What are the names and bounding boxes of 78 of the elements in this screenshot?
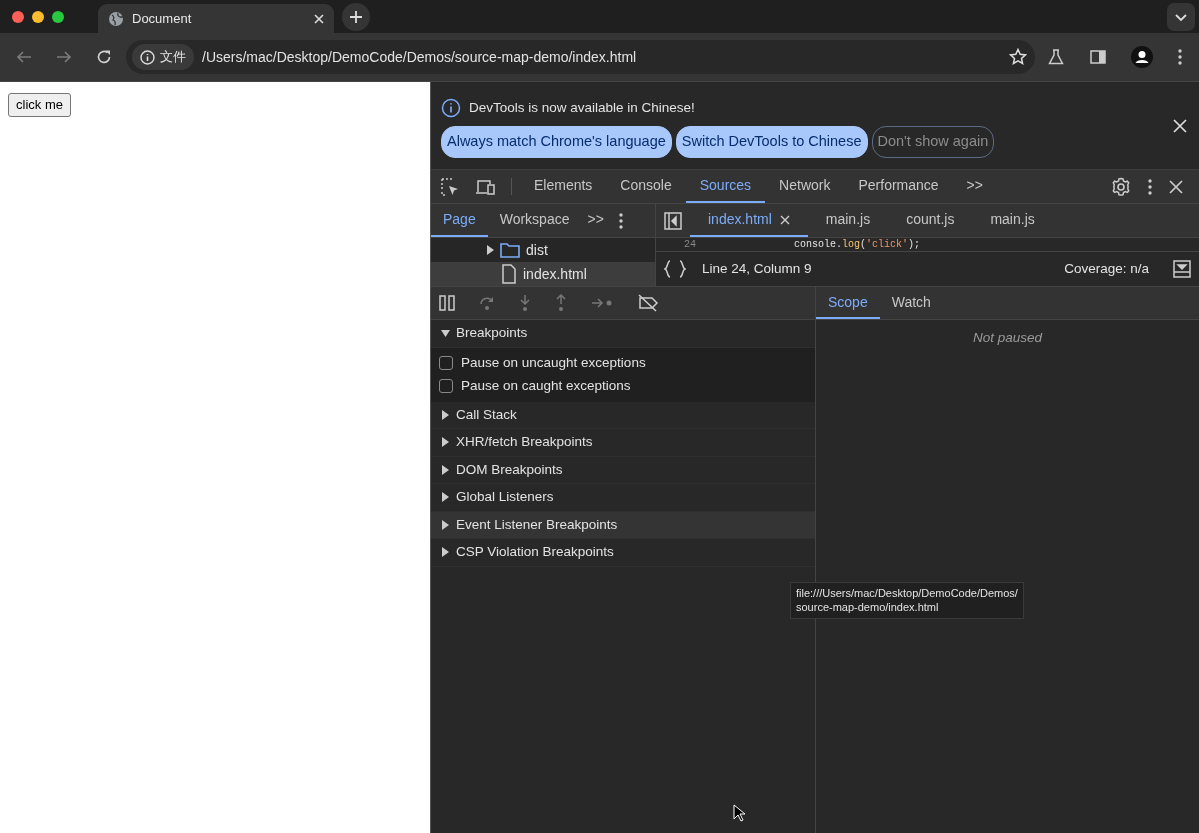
forward-arrow-icon[interactable]: [56, 49, 72, 65]
editor-tab[interactable]: count.js: [888, 204, 973, 237]
checkbox-option[interactable]: Pause on uncaught exceptions: [431, 351, 815, 375]
line-number: 24: [683, 238, 697, 251]
settings-icon[interactable]: [1111, 176, 1131, 197]
step-icon[interactable]: [591, 297, 613, 309]
more-menu-icon[interactable]: [1147, 177, 1153, 196]
more-tabs-button[interactable]: >>: [581, 204, 610, 237]
infobar-button[interactable]: Switch DevTools to Chinese: [675, 126, 868, 158]
editor-tab[interactable]: index.html: [690, 204, 808, 237]
close-icon[interactable]: [779, 215, 790, 226]
infobar-button[interactable]: Always match Chrome's language: [441, 126, 672, 158]
section-header[interactable]: Event Listener Breakpoints: [431, 511, 815, 539]
close-icon[interactable]: [314, 13, 324, 24]
editor-tab[interactable]: main.js: [972, 204, 1053, 237]
tab-title: Document: [132, 9, 193, 28]
site-info-button[interactable]: 文件: [132, 44, 194, 70]
checkbox-option[interactable]: Pause on caught exceptions: [431, 374, 815, 398]
more-menu-icon[interactable]: [617, 212, 624, 231]
browser-tab[interactable]: Document: [98, 4, 334, 33]
close-icon[interactable]: [1169, 179, 1183, 194]
tooltip: file:///Users/mac/Desktop/DemoCode/Demos/ source-map-demo/index.html: [790, 582, 1024, 619]
cursor-position: Line 24, Column 9: [702, 259, 813, 278]
pretty-print-icon[interactable]: [664, 260, 686, 278]
devtools-tab[interactable]: Network: [765, 170, 845, 203]
navigator-tab[interactable]: Workspace: [487, 204, 582, 237]
devtools-tab[interactable]: Console: [606, 170, 686, 203]
new-tab-icon[interactable]: [342, 2, 370, 31]
flask-icon[interactable]: [1047, 48, 1065, 66]
file-icon: [501, 264, 517, 284]
close-window-button[interactable]: [12, 10, 24, 23]
step-out-icon[interactable]: [555, 294, 567, 312]
inspect-element-icon[interactable]: [441, 177, 459, 196]
sidebar-tab[interactable]: Scope: [816, 287, 880, 319]
side-panel-icon[interactable]: [1089, 48, 1107, 66]
collapse-triangle-icon: [486, 245, 494, 255]
reload-icon[interactable]: [96, 49, 112, 65]
tree-item[interactable]: index.html: [431, 262, 655, 286]
sidebar-tab[interactable]: Watch: [879, 287, 943, 319]
url-text: /Users/mac/Desktop/DemoCode/Demos/source-map-demo/index.html: [202, 47, 638, 67]
folder-icon: [500, 242, 520, 258]
step-over-icon[interactable]: [479, 295, 495, 311]
more-menu-icon[interactable]: [1177, 48, 1183, 66]
mouse-cursor-icon: [733, 804, 745, 822]
collapse-triangle-icon: [441, 437, 450, 448]
devtools-tab[interactable]: Elements: [520, 170, 607, 203]
drawer-toggle-icon[interactable]: [1173, 260, 1191, 278]
status-message: Not paused: [971, 329, 1044, 347]
info-icon: [441, 98, 461, 119]
collapse-triangle-icon: [441, 547, 450, 558]
page-button[interactable]: click me: [8, 93, 71, 117]
devtools-tab[interactable]: Performance: [844, 170, 953, 203]
minimize-window-button[interactable]: [32, 10, 44, 23]
tab-search-icon[interactable]: [1167, 2, 1195, 31]
star-icon[interactable]: [1009, 48, 1027, 66]
profile-avatar-icon[interactable]: [1131, 46, 1153, 68]
infobar-message: DevTools is now available in Chinese!: [469, 99, 695, 117]
coverage-status: Coverage: n/a: [1064, 259, 1149, 278]
device-toolbar-icon[interactable]: [475, 177, 495, 196]
collapse-triangle-icon: [441, 519, 450, 530]
collapse-triangle-icon: [441, 409, 450, 420]
back-arrow-icon[interactable]: [16, 49, 32, 65]
address-bar[interactable]: 文件 /Users/mac/Desktop/DemoCode/Demos/source-map-demo/index.html: [126, 40, 1035, 74]
maximize-window-button[interactable]: [52, 10, 64, 23]
collapse-triangle-icon: [441, 464, 450, 475]
deactivate-breakpoints-icon[interactable]: [637, 294, 659, 312]
close-icon[interactable]: [1173, 119, 1187, 133]
info-icon: [140, 49, 155, 65]
code-line: console.log('click');: [794, 238, 921, 251]
toggle-navigator-icon[interactable]: [664, 212, 682, 231]
globe-icon: [108, 10, 124, 27]
step-into-icon[interactable]: [519, 294, 531, 312]
infobar-button[interactable]: Don't show again: [871, 126, 995, 158]
more-tabs-button[interactable]: >>: [952, 170, 997, 203]
collapse-triangle-icon: [441, 492, 450, 503]
pause-icon[interactable]: [439, 295, 455, 311]
editor-tab[interactable]: main.js: [807, 204, 889, 237]
expand-triangle-icon: [441, 328, 450, 339]
